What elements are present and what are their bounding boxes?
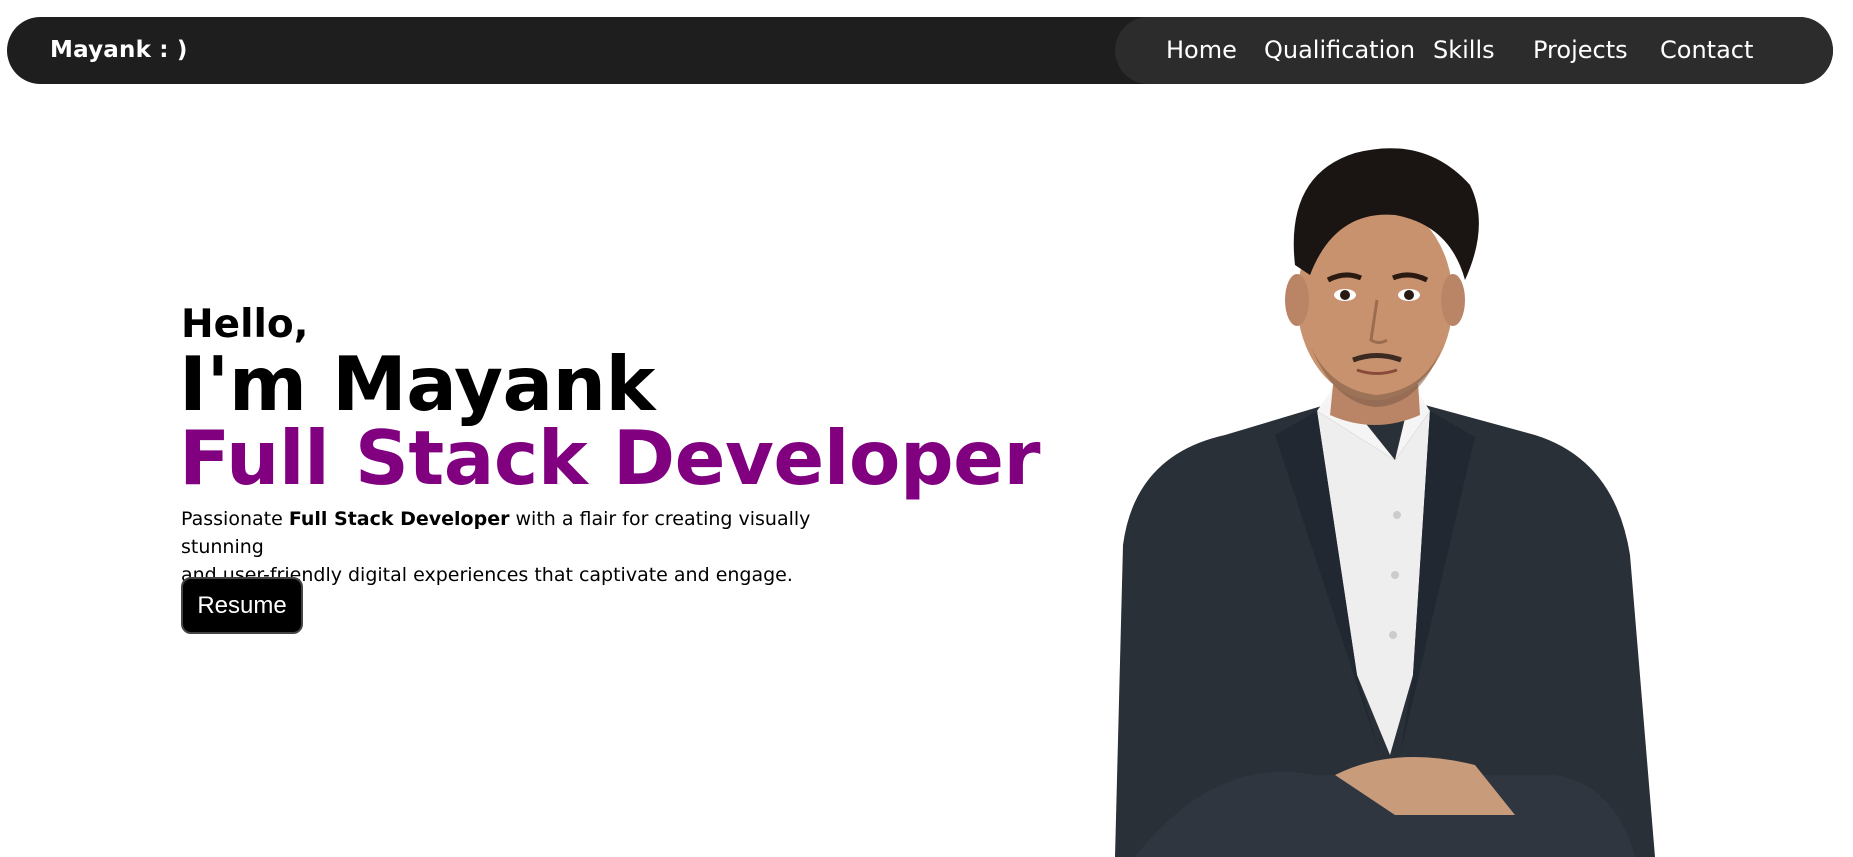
brand-logo[interactable]: Mayank : ) [50, 17, 188, 84]
nav-link-contact[interactable]: Contact [1660, 17, 1753, 84]
resume-button[interactable]: Resume [181, 577, 303, 634]
tagline-bold: Full Stack Developer [288, 508, 510, 530]
nav-link-skills[interactable]: Skills [1433, 17, 1495, 84]
tagline-start: Passionate [181, 508, 289, 530]
nav-link-home[interactable]: Home [1166, 17, 1237, 84]
nav-link-projects[interactable]: Projects [1533, 17, 1628, 84]
nav-links-panel: Home Qualification Skills Projects Conta… [1115, 17, 1833, 84]
nav-link-qualification[interactable]: Qualification [1264, 17, 1415, 84]
profile-photo [1115, 148, 1655, 857]
hero-role: Full Stack Developer [179, 414, 1041, 502]
top-navbar: Mayank : ) Home Qualification Skills Pro… [7, 17, 1833, 84]
